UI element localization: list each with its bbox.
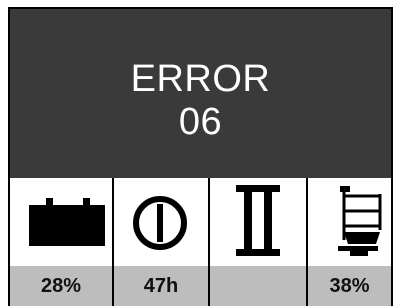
error-code: 06 — [178, 101, 223, 143]
battery-icon — [29, 198, 105, 246]
error-panel: ERROR 06 — [8, 7, 393, 178]
forklift-cell — [306, 178, 393, 266]
mast-value — [208, 266, 306, 306]
lift-value: 38% — [306, 266, 393, 306]
error-title: ERROR — [130, 58, 271, 100]
battery-cell — [8, 178, 112, 266]
mast-icon — [236, 185, 280, 256]
hour-meter-cell — [112, 178, 208, 266]
hour-meter-value: 47h — [112, 266, 208, 306]
machine-display: ERROR 06 28% 47h 38% — [0, 0, 400, 306]
power-icon — [133, 196, 187, 250]
fork-lift-icon — [338, 186, 382, 256]
battery-value: 28% — [8, 266, 112, 306]
mast-cell — [208, 178, 306, 266]
